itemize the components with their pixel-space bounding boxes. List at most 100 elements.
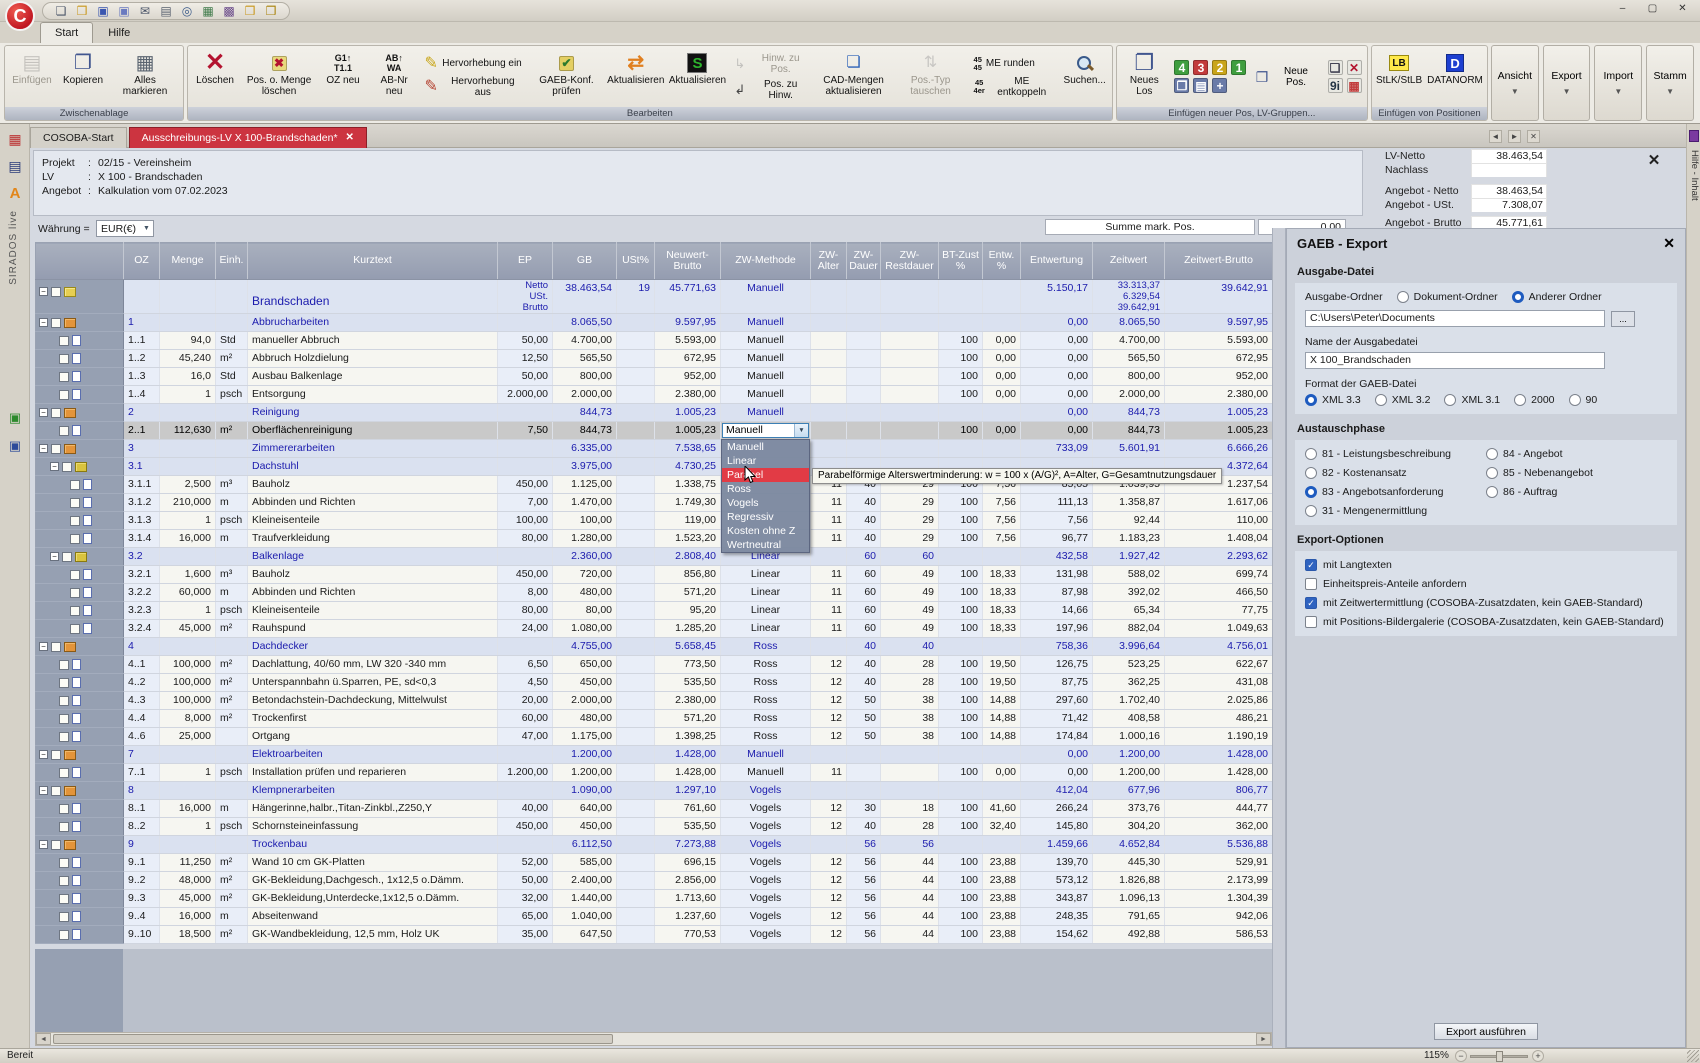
table-row[interactable]: −2Reinigung844,731.005,23Manuell0,00844,… — [36, 404, 1273, 422]
expander-icon[interactable]: − — [39, 444, 48, 453]
expander-icon[interactable]: − — [39, 786, 48, 795]
row-checkbox[interactable] — [62, 462, 72, 472]
table-row[interactable]: 3.2.31pschKleineisenteile80,0080,0095,20… — [36, 602, 1273, 620]
menu-button-export[interactable]: Export▼ — [1543, 45, 1591, 121]
radio-option-gaeb-format[interactable]: XML 3.1 — [1444, 394, 1500, 406]
group3-icon[interactable]: 3 — [1193, 60, 1209, 75]
kopieren-button[interactable]: ❐Kopieren — [58, 47, 108, 106]
row-checkbox[interactable] — [51, 642, 61, 652]
expander-icon[interactable]: − — [39, 408, 48, 417]
table-row[interactable]: 3.2.445,000m²Rauhspund24,001.080,001.285… — [36, 620, 1273, 638]
menu-button-import[interactable]: Import▼ — [1594, 45, 1642, 121]
dropdown-item[interactable]: Wertneutral — [722, 538, 809, 552]
row-checkbox[interactable] — [59, 426, 69, 436]
row-checkbox[interactable] — [51, 444, 61, 454]
project-folder-icon[interactable]: ❒ — [242, 4, 258, 19]
checkbox-icon[interactable] — [1305, 578, 1317, 590]
column-header[interactable]: Zeitwert-Brutto — [1165, 243, 1273, 280]
column-header[interactable]: ZW-Dauer — [847, 243, 881, 280]
nine-i-icon[interactable]: 9i — [1327, 78, 1343, 93]
row-checkbox[interactable] — [70, 624, 80, 634]
expander-icon[interactable]: − — [39, 318, 48, 327]
print-icon[interactable]: ▤ — [158, 4, 174, 19]
radio-icon[interactable] — [1512, 291, 1524, 303]
table-row[interactable]: 4..3100,000m²Betondachstein-Dachdeckung,… — [36, 692, 1273, 710]
me-entkoppeln-button[interactable]: 454erME entkoppeln — [974, 76, 1055, 98]
row-checkbox[interactable] — [51, 287, 61, 297]
zw-methode-combobox[interactable]: Manuell▼ — [722, 423, 809, 438]
document-tab[interactable]: Ausschreibungs-LV X 100-Brandschaden*✕ — [129, 127, 367, 148]
table-row[interactable]: 4..2100,000m²Unterspannbahn ü.Sparren, P… — [36, 674, 1273, 692]
report-settings-icon[interactable]: ▩ — [221, 4, 237, 19]
output-name-field[interactable]: X 100_Brandschaden — [1305, 352, 1605, 369]
gaeb-konf-pr-fen-button[interactable]: ✔GAEB-Konf. prüfen — [528, 47, 604, 106]
chevron-down-icon[interactable]: ▼ — [794, 424, 808, 437]
checkbox-icon[interactable] — [1305, 559, 1317, 571]
sidebar-vertical-label[interactable]: SIRADOS live — [8, 210, 19, 285]
cad-mengen-aktualisieren-button[interactable]: ❏CAD-Mengen aktualisieren — [816, 47, 892, 106]
column-header[interactable]: ZW-Methode — [721, 243, 811, 280]
table-row[interactable]: 7..11pschInstallation prüfen und reparie… — [36, 764, 1273, 782]
neues-los-button[interactable]: ❐Neues Los — [1119, 47, 1170, 106]
hervorhebung-ein-button[interactable]: ✎Hervorhebung ein — [424, 56, 523, 72]
row-checkbox[interactable] — [59, 876, 69, 886]
copy-small-icon[interactable]: ❐ — [1174, 78, 1190, 93]
radio-option-austauschphase[interactable]: 84 - Angebot — [1486, 448, 1667, 460]
row-checkbox[interactable] — [59, 696, 69, 706]
row-checkbox[interactable] — [70, 588, 80, 598]
new-document-icon[interactable]: ❏ — [53, 4, 69, 19]
close-tab-icon[interactable]: ✕ — [346, 128, 354, 148]
table-row[interactable]: 9..416,000mAbseitenwand65,001.040,001.23… — [36, 908, 1273, 926]
table-row[interactable]: 4..1100,000m²Dachlattung, 40/60 mm, LW 3… — [36, 656, 1273, 674]
dropdown-item[interactable]: Vogels — [722, 496, 809, 510]
table-row[interactable]: 1..316,0StdAusbau Balkenlage50,00800,009… — [36, 368, 1273, 386]
tab-next-icon[interactable]: ► — [1508, 130, 1521, 143]
table-row[interactable]: 8..21pschSchornsteineinfassung450,00450,… — [36, 818, 1273, 836]
scroll-right-icon[interactable]: ► — [1256, 1033, 1271, 1045]
zoom-out-icon[interactable]: − — [1455, 1050, 1467, 1062]
table-row[interactable]: 9..345,000m²GK-Bekleidung,Unterdecke,1x1… — [36, 890, 1273, 908]
ab-nr-neu-button[interactable]: AB↑WAAB-Nr neu — [369, 47, 419, 106]
radio-option-austauschphase[interactable]: 83 - Angebotsanforderung — [1305, 486, 1486, 498]
tab-prev-icon[interactable]: ◄ — [1489, 130, 1502, 143]
radio-icon[interactable] — [1486, 448, 1498, 460]
menu-button-stamm[interactable]: Stamm▼ — [1646, 45, 1694, 121]
radio-option-ausgabe-ordner[interactable]: Dokument-Ordner — [1397, 291, 1498, 303]
checkbox-option[interactable]: mit Langtexten — [1305, 559, 1667, 571]
radio-option-gaeb-format[interactable]: 2000 — [1514, 394, 1554, 406]
radio-icon[interactable] — [1486, 467, 1498, 479]
row-checkbox[interactable] — [59, 678, 69, 688]
close-panel-icon[interactable]: ✕ — [1663, 235, 1675, 252]
minimize-icon[interactable]: – — [1609, 2, 1636, 17]
row-checkbox[interactable] — [59, 894, 69, 904]
scroll-left-icon[interactable]: ◄ — [36, 1033, 51, 1045]
radio-icon[interactable] — [1514, 394, 1526, 406]
radio-icon[interactable] — [1305, 394, 1317, 406]
row-checkbox[interactable] — [59, 336, 69, 346]
table-row[interactable]: 8..116,000mHängerinne,halbr.,Titan-Zinkb… — [36, 800, 1273, 818]
row-checkbox[interactable] — [59, 768, 69, 778]
insert-small-icon[interactable]: + — [1212, 78, 1228, 93]
doc-x-icon[interactable]: ✕ — [1346, 60, 1362, 75]
red-grid-icon[interactable]: ▦ — [1346, 78, 1362, 93]
group1-icon[interactable]: 1 — [1231, 60, 1247, 75]
row-checkbox[interactable] — [70, 570, 80, 580]
table-row[interactable]: −1Abbrucharbeiten8.065,509.597,95Manuell… — [36, 314, 1273, 332]
table-row[interactable]: 3.1.2210,000mAbbinden und Richten7,001.4… — [36, 494, 1273, 512]
table-row[interactable]: 9..248,000m²GK-Bekleidung,Dachgesch., 1x… — [36, 872, 1273, 890]
row-checkbox[interactable] — [70, 534, 80, 544]
paste-small-icon[interactable]: ▤ — [1193, 78, 1209, 93]
dropdown-item[interactable]: Manuell — [722, 440, 809, 454]
resize-grip[interactable] — [1687, 1050, 1699, 1062]
column-header[interactable]: GB — [553, 243, 617, 280]
column-header[interactable] — [36, 243, 124, 280]
column-header[interactable]: Zeitwert — [1093, 243, 1165, 280]
radio-icon[interactable] — [1444, 394, 1456, 406]
row-checkbox[interactable] — [62, 552, 72, 562]
column-header[interactable]: Kurztext — [248, 243, 498, 280]
table-row[interactable]: −3.2Balkenlage2.360,002.808,40Linear6060… — [36, 548, 1273, 566]
expander-icon[interactable]: − — [39, 287, 48, 296]
group4-icon[interactable]: 4 — [1174, 60, 1190, 75]
column-header[interactable]: Entwertung — [1021, 243, 1093, 280]
row-checkbox[interactable] — [59, 822, 69, 832]
